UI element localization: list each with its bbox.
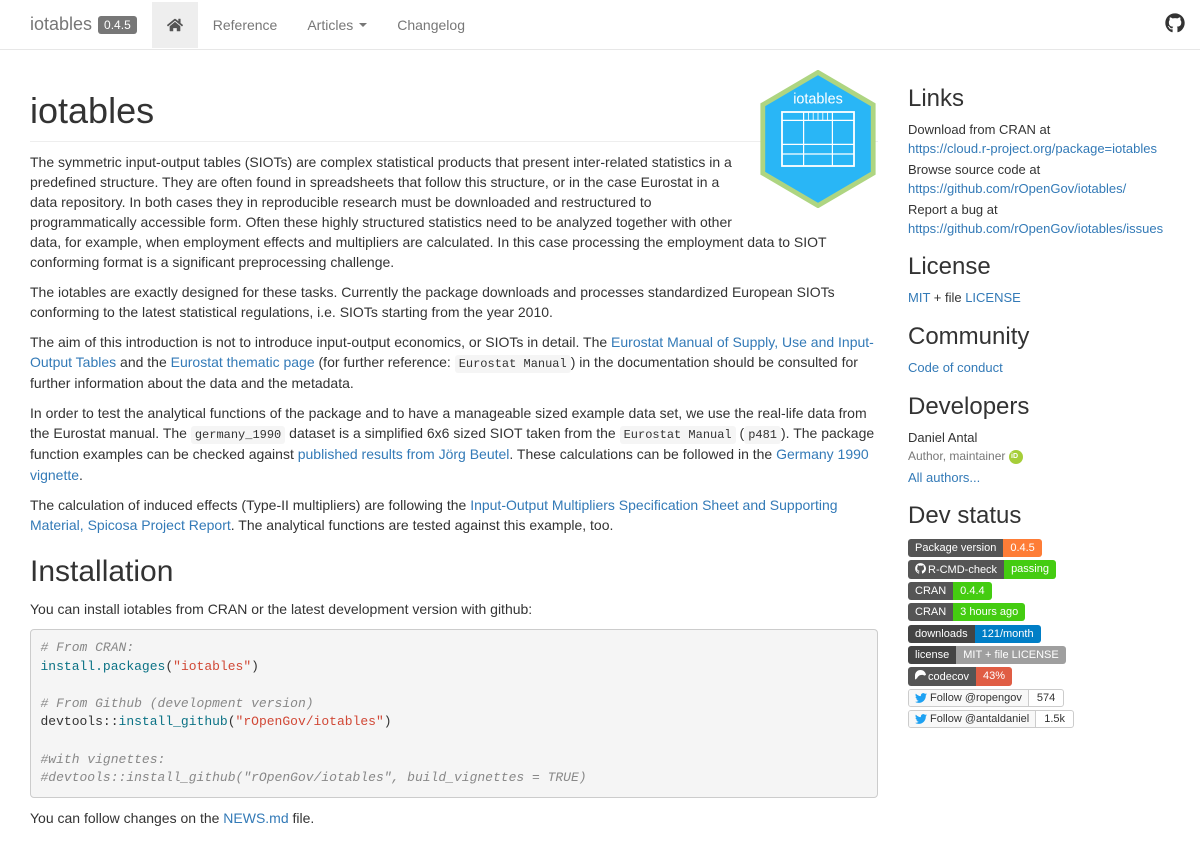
badge-codecov[interactable]: codecov43% bbox=[908, 667, 1012, 686]
sidebar: Links Download from CRAN athttps://cloud… bbox=[908, 70, 1170, 838]
intro-paragraph-3: The aim of this introduction is not to i… bbox=[30, 332, 878, 393]
version-badge: 0.4.5 bbox=[98, 16, 137, 34]
link-news[interactable]: NEWS.md bbox=[223, 810, 288, 826]
license-heading: License bbox=[908, 253, 1170, 281]
list-item: Daniel Antal Author, maintainer bbox=[908, 429, 1170, 466]
nav-reference[interactable]: Reference bbox=[198, 2, 293, 48]
badge-license[interactable]: licenseMIT + file LICENSE bbox=[908, 646, 1066, 664]
list-item: Browse source code athttps://github.com/… bbox=[908, 161, 1170, 198]
link-license-file[interactable]: LICENSE bbox=[965, 290, 1021, 305]
intro-paragraph-1: The symmetric input-output tables (SIOTs… bbox=[30, 152, 878, 272]
nav-articles[interactable]: Articles bbox=[292, 2, 382, 48]
nav-github[interactable] bbox=[1165, 13, 1185, 36]
dev-name: Daniel Antal bbox=[908, 430, 977, 445]
navbar: iotables 0.4.5 Reference Articles Change… bbox=[0, 0, 1200, 50]
list-item: MIT + file LICENSE bbox=[908, 289, 1170, 308]
install-followup: You can follow changes on the NEWS.md fi… bbox=[30, 808, 878, 828]
code-inline: germany_1990 bbox=[191, 426, 285, 444]
codecov-icon bbox=[915, 670, 926, 681]
install-code-block: # From CRAN: install.packages("iotables"… bbox=[30, 629, 878, 799]
badge-cran-version[interactable]: CRAN0.4.4 bbox=[908, 582, 992, 600]
link-bugs[interactable]: https://github.com/rOpenGov/iotables/iss… bbox=[908, 221, 1163, 236]
link-source[interactable]: https://github.com/rOpenGov/iotables/ bbox=[908, 181, 1126, 196]
developers-heading: Developers bbox=[908, 393, 1170, 421]
badge-twitter-antaldaniel[interactable]: Follow @antaldaniel1.5k bbox=[908, 710, 1074, 728]
twitter-icon bbox=[915, 713, 927, 725]
badge-package-version[interactable]: Package version0.4.5 bbox=[908, 539, 1042, 557]
badge-twitter-ropengov[interactable]: Follow @ropengov574 bbox=[908, 689, 1064, 707]
code-inline: Eurostat Manual bbox=[455, 355, 571, 373]
link-cran[interactable]: https://cloud.r-project.org/package=iota… bbox=[908, 141, 1157, 156]
install-intro: You can install iotables from CRAN or th… bbox=[30, 599, 878, 619]
github-icon bbox=[1165, 13, 1185, 33]
navbar-brand[interactable]: iotables 0.4.5 bbox=[15, 0, 152, 50]
brand-text: iotables bbox=[30, 14, 92, 35]
intro-paragraph-4: In order to test the analytical function… bbox=[30, 403, 878, 484]
code-inline: p481 bbox=[744, 426, 781, 444]
list-item: Report a bug athttps://github.com/rOpenG… bbox=[908, 201, 1170, 238]
link-eurostat-thematic[interactable]: Eurostat thematic page bbox=[171, 354, 315, 370]
badge-cran-time[interactable]: CRAN3 hours ago bbox=[908, 603, 1025, 621]
links-heading: Links bbox=[908, 85, 1170, 113]
devstatus-heading: Dev status bbox=[908, 502, 1170, 530]
page-title: iotables bbox=[30, 90, 878, 142]
svg-text:iotables: iotables bbox=[793, 92, 843, 108]
list-item: Download from CRAN athttps://cloud.r-pro… bbox=[908, 121, 1170, 158]
code-inline: Eurostat Manual bbox=[620, 426, 736, 444]
nav-home[interactable] bbox=[152, 2, 198, 48]
link-coc[interactable]: Code of conduct bbox=[908, 360, 1003, 375]
github-icon bbox=[915, 563, 926, 574]
link-all-authors[interactable]: All authors... bbox=[908, 470, 980, 485]
list-item: Code of conduct bbox=[908, 359, 1170, 378]
twitter-icon bbox=[915, 692, 927, 704]
intro-paragraph-5: The calculation of induced effects (Type… bbox=[30, 495, 878, 535]
link-beutel[interactable]: published results from Jörg Beutel bbox=[298, 446, 510, 462]
orcid-icon[interactable] bbox=[1009, 450, 1023, 464]
intro-paragraph-2: The iotables are exactly designed for th… bbox=[30, 282, 878, 322]
dev-role: Author, maintainer bbox=[908, 449, 1005, 463]
nav-changelog[interactable]: Changelog bbox=[382, 2, 480, 48]
badge-rcmd-check[interactable]: R-CMD-checkpassing bbox=[908, 560, 1056, 579]
package-logo: iotables bbox=[758, 70, 878, 208]
link-mit[interactable]: MIT bbox=[908, 290, 930, 305]
caret-down-icon bbox=[359, 23, 367, 27]
list-item: All authors... bbox=[908, 469, 1170, 488]
home-icon bbox=[167, 17, 183, 33]
installation-title: Installation bbox=[30, 555, 878, 589]
main-content: iotables iotables The symmetric input-ou… bbox=[30, 70, 878, 838]
badge-downloads[interactable]: downloads121/month bbox=[908, 625, 1041, 643]
community-heading: Community bbox=[908, 323, 1170, 351]
